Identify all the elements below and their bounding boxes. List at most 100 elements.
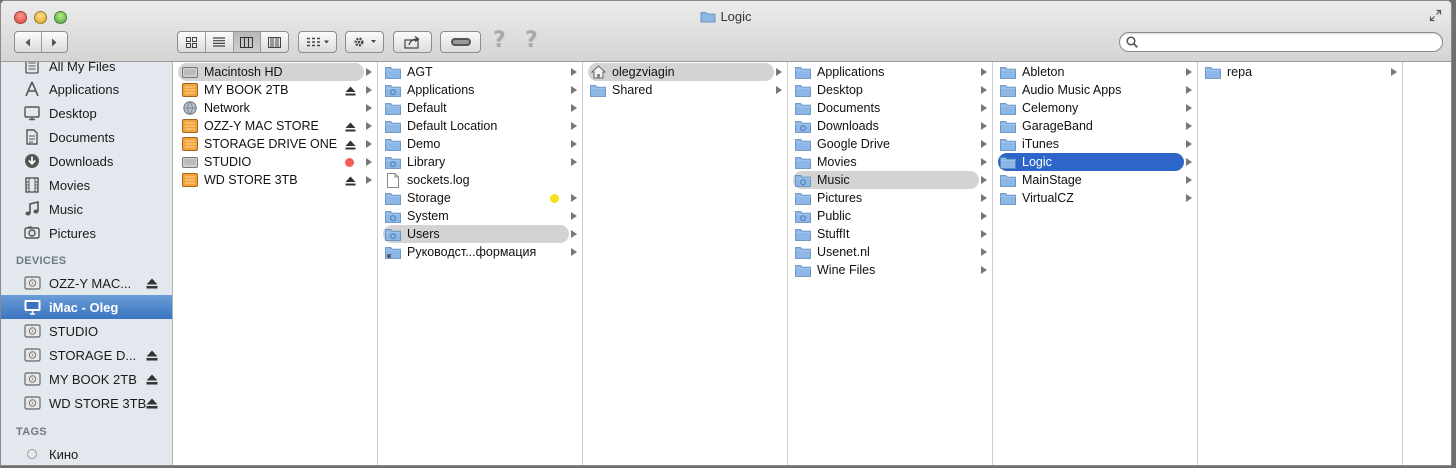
item-label: Default (407, 101, 447, 115)
column-1-item[interactable]: AGT (383, 63, 569, 81)
column-0-item[interactable]: Network (178, 99, 364, 117)
help-icon-secondary[interactable]: ? (525, 28, 538, 53)
column-1-item[interactable]: Applications (383, 81, 569, 99)
cover-flow-button[interactable] (261, 32, 288, 52)
column-3-item[interactable]: Desktop (793, 81, 979, 99)
column-1-item[interactable]: Storage (383, 189, 569, 207)
sidebar-item-applications[interactable]: Applications (1, 77, 172, 101)
external-drive-icon (182, 137, 198, 151)
column-0-item[interactable]: STORAGE DRIVE ONE (178, 135, 364, 153)
eject-icon[interactable] (146, 277, 158, 292)
column-0-item[interactable]: Macintosh HD (178, 63, 364, 81)
eject-icon[interactable] (146, 397, 158, 412)
eject-icon[interactable] (345, 121, 356, 135)
disclosure-arrow-icon (571, 230, 577, 238)
forward-button[interactable] (41, 32, 67, 52)
column-1-item[interactable]: System (383, 207, 569, 225)
column-1-item[interactable]: sockets.log (383, 171, 569, 189)
search-field[interactable] (1119, 32, 1443, 52)
column-3-item[interactable]: Movies (793, 153, 979, 171)
sidebar-item-movies[interactable]: Movies (1, 173, 172, 197)
eject-icon[interactable] (345, 139, 356, 153)
downloads-folder-icon (795, 119, 811, 133)
edit-tags-button[interactable] (440, 31, 481, 53)
sidebar-item-music[interactable]: Music (1, 197, 172, 221)
item-label: Demo (407, 137, 441, 151)
sidebar-item-downloads[interactable]: Downloads (1, 149, 172, 173)
column-2-item[interactable]: Shared (588, 81, 774, 99)
column-4-item[interactable]: Celemony (998, 99, 1184, 117)
arrange-button[interactable] (298, 31, 337, 53)
eject-icon[interactable] (345, 85, 356, 99)
pictures-icon (23, 224, 41, 242)
column-3-item[interactable]: Applications (793, 63, 979, 81)
disclosure-arrow-icon (981, 158, 987, 166)
sidebar-device-0[interactable]: OZZ-Y MAC... (1, 271, 172, 295)
column-3-item[interactable]: StuffIt (793, 225, 979, 243)
column-0-item[interactable]: WD STORE 3TB (178, 171, 364, 189)
sidebar-item-label: iMac - Oleg (49, 299, 119, 315)
column-4-item[interactable]: VirtualCZ (998, 189, 1184, 207)
column-3-item[interactable]: Usenet.nl (793, 243, 979, 261)
column-3-item[interactable]: Music (793, 171, 979, 189)
column-1-item[interactable]: Default (383, 99, 569, 117)
column-1-item[interactable]: Library (383, 153, 569, 171)
column-3-item[interactable]: Wine Files (793, 261, 979, 279)
sidebar-item-desktop[interactable]: Desktop (1, 101, 172, 125)
column-5-item[interactable]: repa (1203, 63, 1389, 81)
sidebar-tag-0[interactable]: Кино (1, 442, 172, 465)
column-view-button[interactable] (233, 32, 262, 52)
column-3-item[interactable]: Documents (793, 99, 979, 117)
sidebar-item-label: MY BOOK 2TB (49, 371, 137, 387)
column-3-item[interactable]: Public (793, 207, 979, 225)
eject-icon[interactable] (146, 373, 158, 388)
back-button[interactable] (15, 32, 42, 52)
share-button[interactable] (393, 31, 432, 53)
sidebar-item-all-my-files[interactable]: All My Files (1, 62, 172, 78)
column-1-item[interactable]: Default Location (383, 117, 569, 135)
fullscreen-icon[interactable] (1429, 9, 1443, 23)
folder-icon (385, 65, 401, 79)
sidebar-device-2[interactable]: STUDIO (1, 319, 172, 343)
column-2-item[interactable]: olegzviagin (588, 63, 774, 81)
item-label: WD STORE 3TB (204, 173, 298, 187)
column-1-item[interactable]: Demo (383, 135, 569, 153)
column-4-item[interactable]: Audio Music Apps (998, 81, 1184, 99)
help-icon[interactable]: ? (493, 28, 506, 53)
columns-icon (240, 36, 254, 48)
sidebar-item-pictures[interactable]: Pictures (1, 221, 172, 245)
column-0-item[interactable]: STUDIO (178, 153, 364, 171)
sidebar-device-3[interactable]: STORAGE D... (1, 343, 172, 367)
column-4-item[interactable]: Ableton (998, 63, 1184, 81)
eject-icon[interactable] (146, 349, 158, 364)
column-3-item[interactable]: Google Drive (793, 135, 979, 153)
column-3-item[interactable]: Pictures (793, 189, 979, 207)
drive-icon (23, 346, 41, 364)
column-5: repa (1198, 62, 1403, 465)
sidebar-item-documents[interactable]: Documents (1, 125, 172, 149)
sidebar-device-4[interactable]: MY BOOK 2TB (1, 367, 172, 391)
list-view-button[interactable] (205, 32, 234, 52)
icon-view-button[interactable] (178, 32, 206, 52)
column-0-item[interactable]: OZZ-Y MAC STORE (178, 117, 364, 135)
folder-icon (1000, 155, 1016, 169)
eject-icon[interactable] (345, 175, 356, 189)
column-0-item[interactable]: MY BOOK 2TB (178, 81, 364, 99)
disclosure-arrow-icon (1186, 140, 1192, 148)
folder-icon (1000, 191, 1016, 205)
disclosure-arrow-icon (981, 248, 987, 256)
disclosure-arrow-icon (776, 68, 782, 76)
sidebar-device-1[interactable]: iMac - Oleg (1, 295, 172, 319)
column-1-item[interactable]: Users (383, 225, 569, 243)
action-button[interactable] (345, 31, 384, 53)
column-4-item[interactable]: MainStage (998, 171, 1184, 189)
folder-icon (795, 155, 811, 169)
column-4-item[interactable]: Logic (998, 153, 1184, 171)
folder-icon (1000, 119, 1016, 133)
search-input[interactable] (1142, 34, 1432, 50)
column-1-item[interactable]: Руководст...формация (383, 243, 569, 261)
column-4-item[interactable]: GarageBand (998, 117, 1184, 135)
column-3-item[interactable]: Downloads (793, 117, 979, 135)
column-4-item[interactable]: iTunes (998, 135, 1184, 153)
sidebar-device-5[interactable]: WD STORE 3TB (1, 391, 172, 415)
